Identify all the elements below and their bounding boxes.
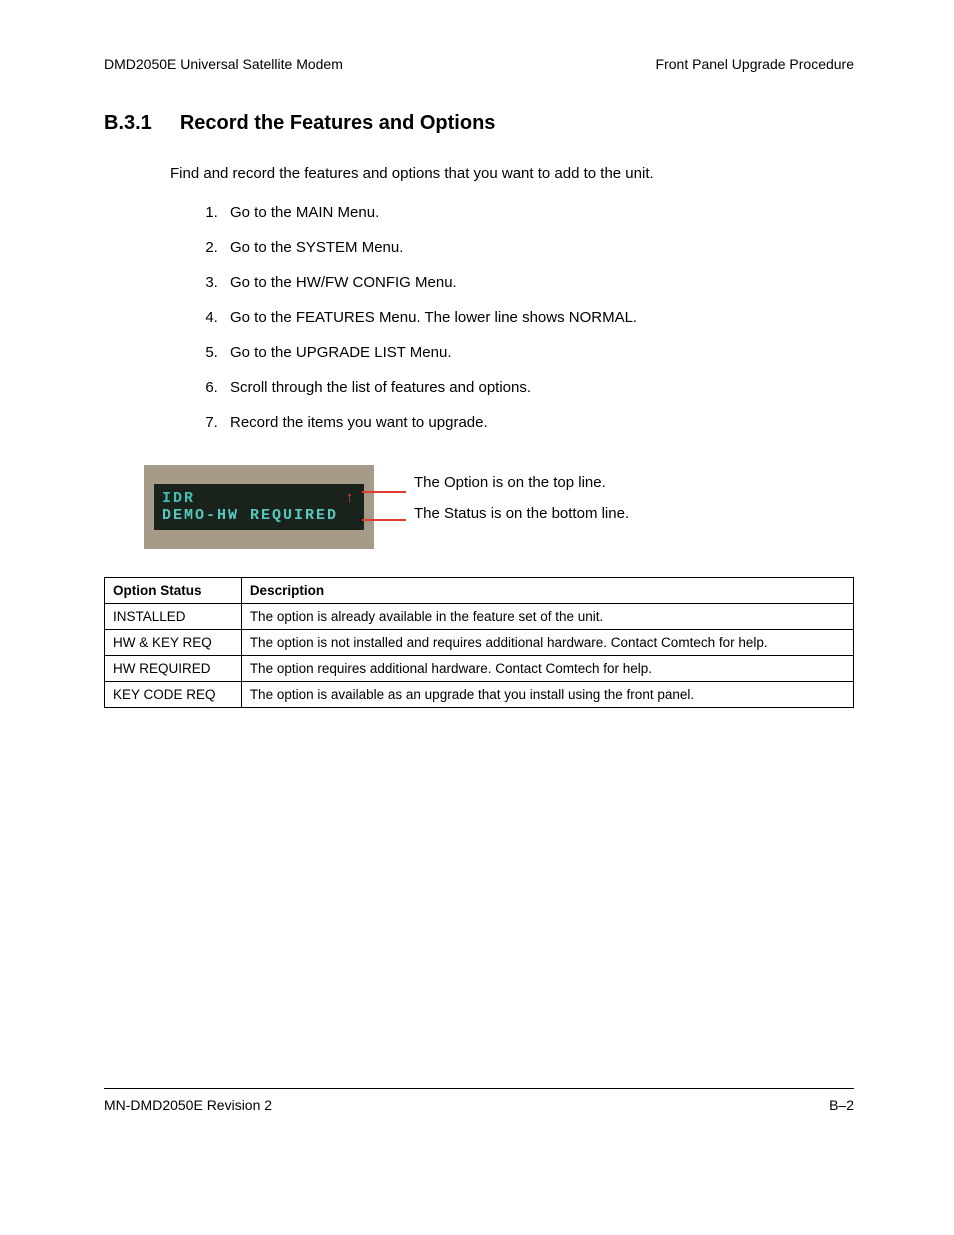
legend-top: The Option is on the top line. [414,474,629,491]
table-row: INSTALLED The option is already availabl… [105,604,854,630]
list-item: Scroll through the list of features and … [222,379,854,396]
list-item: Record the items you want to upgrade. [222,414,854,431]
arrow-up-icon: ↑ [345,490,356,507]
lcd-option-text: IDR [162,490,195,507]
list-item: Go to the FEATURES Menu. The lower line … [222,309,854,326]
section-number: B.3.1 [104,112,152,135]
table-cell: HW & KEY REQ [105,630,242,656]
table-header: Description [241,578,853,604]
page-footer: MN-DMD2050E Revision 2 B–2 [104,1088,854,1113]
table-header: Option Status [105,578,242,604]
legend-bottom: The Status is on the bottom line. [414,505,629,522]
steps-list: Go to the MAIN Menu. Go to the SYSTEM Me… [222,204,854,431]
leader-line-bottom [362,519,406,521]
footer-left: MN-DMD2050E Revision 2 [104,1097,272,1113]
list-item: Go to the MAIN Menu. [222,204,854,221]
table-cell: KEY CODE REQ [105,682,242,708]
option-status-table: Option Status Description INSTALLED The … [104,577,854,708]
figure-block: IDR ↑ DEMO-HW REQUIRED The Option is on … [144,465,854,549]
header-left: DMD2050E Universal Satellite Modem [104,56,343,72]
table-row: HW & KEY REQ The option is not installed… [105,630,854,656]
table-cell: The option requires additional hardware.… [241,656,853,682]
header-right: Front Panel Upgrade Procedure [656,56,854,72]
list-item: Go to the HW/FW CONFIG Menu. [222,274,854,291]
list-item: Go to the SYSTEM Menu. [222,239,854,256]
table-cell: HW REQUIRED [105,656,242,682]
table-row: HW REQUIRED The option requires addition… [105,656,854,682]
lcd-panel: IDR ↑ DEMO-HW REQUIRED [144,465,374,549]
page-header: DMD2050E Universal Satellite Modem Front… [104,56,854,72]
footer-right: B–2 [829,1097,854,1113]
table-cell: INSTALLED [105,604,242,630]
section-heading: B.3.1 Record the Features and Options [104,112,854,135]
lcd-status-text: DEMO-HW REQUIRED [162,507,356,524]
table-cell: The option is available as an upgrade th… [241,682,853,708]
list-item: Go to the UPGRADE LIST Menu. [222,344,854,361]
leader-line-top [362,491,406,493]
table-cell: The option is not installed and requires… [241,630,853,656]
section-title: Record the Features and Options [180,112,496,135]
table-row: KEY CODE REQ The option is available as … [105,682,854,708]
intro-text: Find and record the features and options… [170,165,854,182]
table-cell: The option is already available in the f… [241,604,853,630]
